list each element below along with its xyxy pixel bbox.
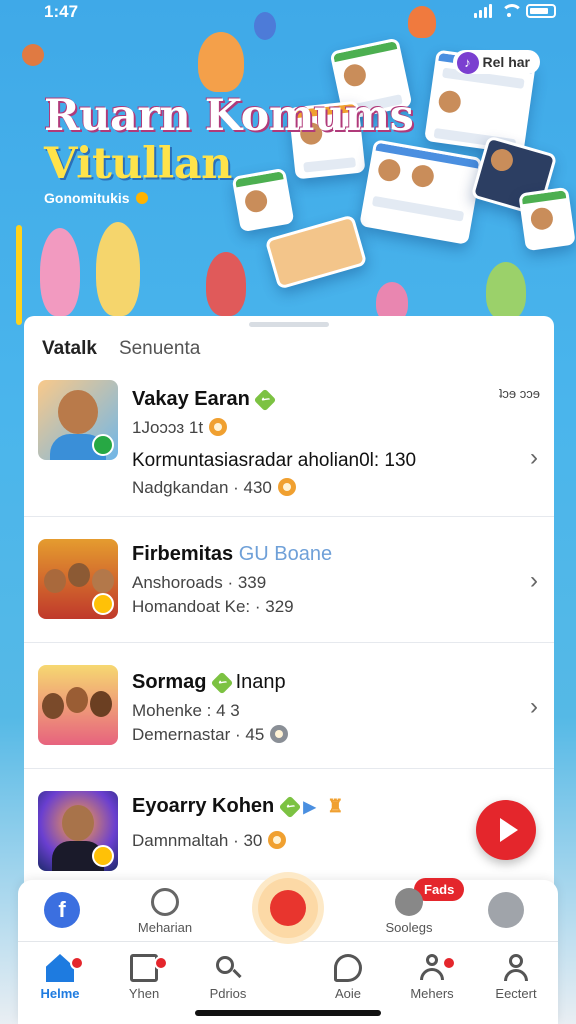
community-meta: Anshoroads · 339 <box>132 573 267 592</box>
community-thumbnail <box>38 665 118 745</box>
cap-character <box>486 262 526 320</box>
edge-decoration <box>16 225 22 325</box>
star-badge <box>92 845 114 867</box>
profile-icon <box>502 954 530 982</box>
nav-mehers[interactable]: Mehers <box>392 954 472 1001</box>
community-stat: Nadgkandan · 430 <box>132 478 296 498</box>
star-badge <box>92 593 114 615</box>
play-button[interactable] <box>476 800 536 860</box>
chevron-right-icon[interactable]: › <box>530 693 538 721</box>
lock-icon: ♜ <box>327 796 344 816</box>
chat-icon <box>334 954 362 982</box>
status-bar: 1:47 <box>0 0 576 26</box>
hero-title: Ruarn Komums Vitullan <box>44 91 414 189</box>
community-thumbnail <box>38 539 118 619</box>
sheet-drag-handle[interactable] <box>249 322 329 327</box>
meharian-shortcut[interactable]: Meharian <box>130 888 200 935</box>
community-meta: Damnmaltah · 30 <box>132 831 287 851</box>
community-title: Eyoarry Kohen ✓ ▶ ♜ <box>132 795 344 819</box>
fox-character <box>198 32 244 92</box>
verified-icon: ✓ <box>254 388 277 412</box>
status-icons <box>474 4 556 18</box>
notification-dot <box>154 956 168 970</box>
home-indicator <box>195 1010 381 1016</box>
hero-banner: Ruarn Komums Vitullan Gonomitukis ♪ Rel … <box>0 0 576 330</box>
community-title: Sormag ✓ Inanp <box>132 671 286 695</box>
tab-bar: Vatalk Senuenta <box>42 338 200 360</box>
battery-icon <box>526 4 556 18</box>
center-action-button[interactable] <box>258 878 318 938</box>
dock-label: Meharian <box>137 920 193 935</box>
wifi-icon <box>500 4 523 18</box>
community-title: Firbemitas GU Boane <box>132 543 333 565</box>
clock-icon <box>151 888 179 916</box>
nav-yhen[interactable]: Yhen <box>104 954 184 1001</box>
girl-character <box>40 228 80 316</box>
chevron-right-icon[interactable]: › <box>530 567 538 595</box>
community-thumbnail <box>38 380 118 460</box>
community-sheet: Vatalk Senuenta Vakay Earan ✓ ʇɔɘ ɔɔɘ 1J… <box>24 316 554 916</box>
facebook-shortcut[interactable]: f <box>44 892 80 932</box>
floating-room-card <box>264 214 368 290</box>
dock-label: Soolegs <box>385 920 433 935</box>
verified-icon: ✓ <box>278 795 302 819</box>
play-small-icon: ▶ <box>303 799 316 816</box>
music-note-icon: ♪ <box>456 52 479 74</box>
coin-icon <box>209 418 228 436</box>
signal-icon <box>474 4 492 18</box>
hero-title-line1: Ruarn Komums <box>44 91 414 141</box>
hero-tag-button[interactable]: ♪ Rel har <box>452 50 540 74</box>
community-stat: Demernastar · 45 <box>132 725 289 745</box>
compass-shortcut[interactable] <box>488 892 524 932</box>
home-icon <box>46 954 74 982</box>
online-badge <box>92 434 114 456</box>
verified-icon: ✓ <box>210 671 234 695</box>
nav-home[interactable]: Helme <box>20 954 100 1001</box>
compass-icon <box>488 892 524 928</box>
community-thumbnail <box>38 791 118 871</box>
nav-eectert[interactable]: Eectert <box>476 954 556 1001</box>
image-icon <box>130 954 158 982</box>
floating-app-card <box>518 186 576 252</box>
facebook-icon: f <box>44 892 80 928</box>
community-meta: 1Joɔɔɜ 1t <box>132 418 228 438</box>
dock-shortcuts: f Meharian Fads Soolegs <box>18 878 558 942</box>
tab-vatalk[interactable]: Vatalk <box>42 338 97 360</box>
coin-icon <box>270 725 289 743</box>
community-row[interactable]: Vakay Earan ✓ ʇɔɘ ɔɔɘ 1Joɔɔɜ 1t Kormunta… <box>24 366 554 516</box>
community-row[interactable]: Firbemitas GU Boane Anshoroads · 339 Hom… <box>24 516 554 642</box>
community-row[interactable]: Sormag ✓ Inanp Mohenke : 4 3 Demernastar… <box>24 642 554 768</box>
community-meta: Mohenke : 4 3 <box>132 701 240 720</box>
status-time: 1:47 <box>44 2 79 21</box>
people-icon <box>418 954 446 982</box>
man-character <box>96 222 140 316</box>
community-stat: Homandoat Ke: · 329 <box>132 597 294 616</box>
chevron-right-icon[interactable]: › <box>530 444 538 472</box>
hero-title-line2: Vitullan <box>44 139 232 189</box>
community-title: Vakay Earan ✓ <box>132 388 277 412</box>
soolegs-shortcut[interactable]: Soolegs <box>374 888 444 935</box>
community-description: Kormuntasiasradar aholian0l: 130 <box>132 450 417 471</box>
tab-senuenta[interactable]: Senuenta <box>119 338 200 360</box>
nav-aoie[interactable]: Aoie <box>308 954 388 1001</box>
row-date: ʇɔɘ ɔɔɘ <box>498 386 540 401</box>
notification-dot <box>442 956 456 970</box>
notification-dot <box>70 956 84 970</box>
coin-icon <box>277 478 296 496</box>
search-icon <box>214 954 242 982</box>
bottom-nav: Helme Yhen Pdrios Aoie Mehers Eectert <box>18 946 558 1006</box>
planet-decoration <box>22 44 44 66</box>
bottom-dock: f Meharian Fads Soolegs Helme Yhen Pdrio… <box>18 878 558 1024</box>
coin-icon <box>268 831 287 849</box>
tools-icon <box>395 888 423 916</box>
child-character <box>206 252 246 316</box>
nav-pdrios[interactable]: Pdrios <box>188 954 268 1001</box>
hero-tag-label: Rel har <box>482 54 530 70</box>
hero-subtitle: Gonomitukis <box>44 190 148 206</box>
